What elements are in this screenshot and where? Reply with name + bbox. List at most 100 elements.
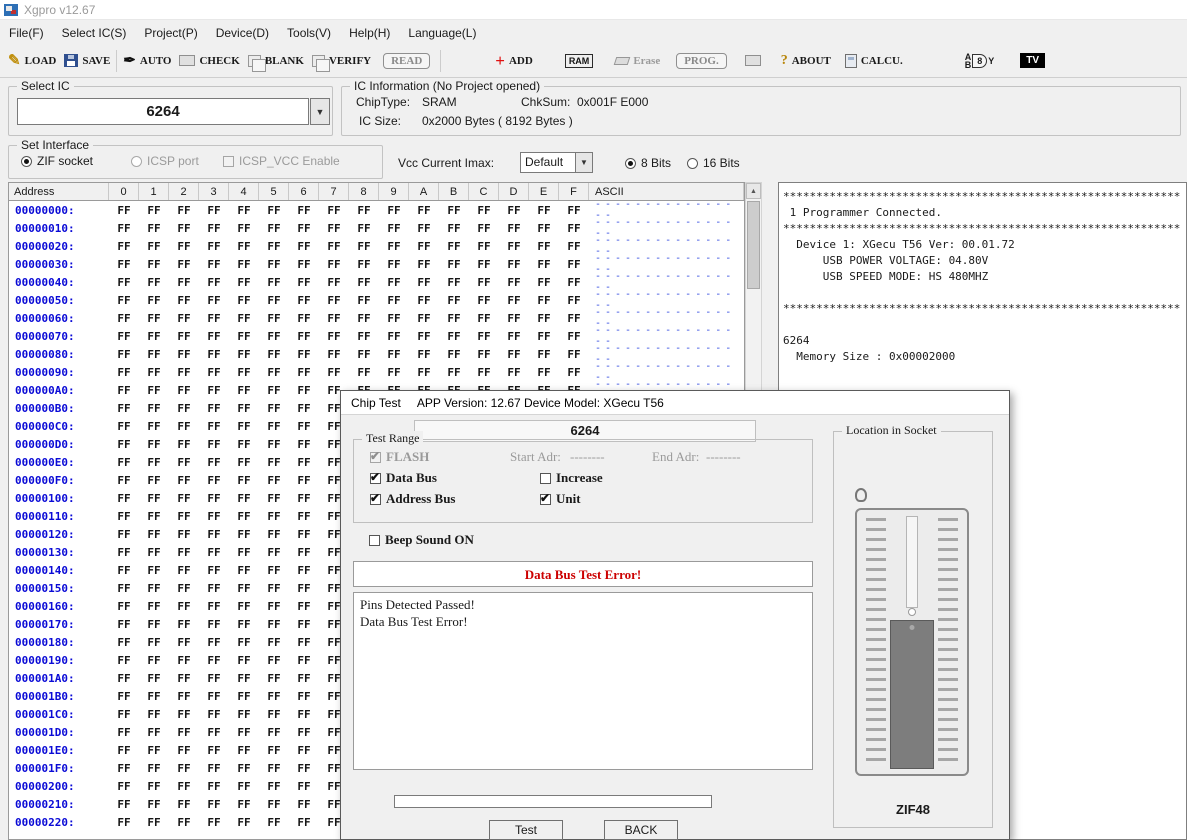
- hex-byte-cell[interactable]: FF: [139, 456, 169, 469]
- hex-byte-cell[interactable]: FF: [319, 276, 349, 289]
- blank-button[interactable]: BLANK: [248, 55, 304, 67]
- hex-byte-cell[interactable]: FF: [319, 366, 349, 379]
- hex-byte-cell[interactable]: FF: [229, 546, 259, 559]
- hex-byte-cell[interactable]: FF: [169, 456, 199, 469]
- combo-arrow-icon[interactable]: ▼: [576, 152, 593, 173]
- address-bus-checkbox[interactable]: Address Bus: [370, 491, 455, 507]
- hex-byte-cell[interactable]: FF: [289, 384, 319, 397]
- hex-byte-cell[interactable]: FF: [169, 762, 199, 775]
- about-button[interactable]: ? ABOUT: [781, 53, 831, 69]
- hex-byte-cell[interactable]: FF: [409, 312, 439, 325]
- hex-byte-cell[interactable]: FF: [169, 474, 199, 487]
- hex-byte-cell[interactable]: FF: [229, 312, 259, 325]
- hex-byte-cell[interactable]: FF: [559, 366, 589, 379]
- hex-byte-cell[interactable]: FF: [349, 348, 379, 361]
- hex-byte-cell[interactable]: FF: [139, 204, 169, 217]
- hex-byte-cell[interactable]: FF: [529, 366, 559, 379]
- hex-byte-cell[interactable]: FF: [289, 780, 319, 793]
- hex-byte-cell[interactable]: FF: [499, 294, 529, 307]
- hex-byte-cell[interactable]: FF: [229, 438, 259, 451]
- chip-test-button[interactable]: [745, 55, 761, 66]
- hex-byte-cell[interactable]: FF: [199, 204, 229, 217]
- hex-byte-cell[interactable]: FF: [199, 636, 229, 649]
- hex-byte-cell[interactable]: FF: [229, 276, 259, 289]
- hex-byte-cell[interactable]: FF: [289, 546, 319, 559]
- hex-byte-cell[interactable]: FF: [169, 780, 199, 793]
- hex-byte-cell[interactable]: FF: [109, 420, 139, 433]
- menu-select-ic[interactable]: Select IC(S): [53, 26, 136, 40]
- hex-byte-cell[interactable]: FF: [199, 582, 229, 595]
- hex-byte-cell[interactable]: FF: [259, 672, 289, 685]
- hex-byte-cell[interactable]: FF: [229, 708, 259, 721]
- hex-byte-cell[interactable]: FF: [229, 420, 259, 433]
- hex-byte-cell[interactable]: FF: [169, 618, 199, 631]
- hex-byte-cell[interactable]: FF: [109, 222, 139, 235]
- check-button[interactable]: CHECK: [179, 55, 239, 67]
- hex-byte-cell[interactable]: FF: [109, 456, 139, 469]
- hex-byte-cell[interactable]: FF: [259, 294, 289, 307]
- vcc-imax-combo[interactable]: Default ▼: [520, 152, 593, 173]
- hex-byte-cell[interactable]: FF: [199, 312, 229, 325]
- hex-byte-cell[interactable]: FF: [289, 762, 319, 775]
- hex-byte-cell[interactable]: FF: [229, 348, 259, 361]
- hex-byte-cell[interactable]: FF: [169, 564, 199, 577]
- hex-byte-cell[interactable]: FF: [199, 240, 229, 253]
- hex-byte-cell[interactable]: FF: [199, 402, 229, 415]
- hex-byte-cell[interactable]: FF: [199, 816, 229, 829]
- hex-byte-cell[interactable]: FF: [529, 240, 559, 253]
- hex-byte-cell[interactable]: FF: [109, 744, 139, 757]
- hex-byte-cell[interactable]: FF: [319, 330, 349, 343]
- hex-byte-cell[interactable]: FF: [289, 330, 319, 343]
- hex-byte-cell[interactable]: FF: [289, 654, 319, 667]
- hex-byte-cell[interactable]: FF: [259, 222, 289, 235]
- hex-byte-cell[interactable]: FF: [259, 204, 289, 217]
- hex-byte-cell[interactable]: FF: [169, 744, 199, 757]
- hex-byte-cell[interactable]: FF: [409, 366, 439, 379]
- hex-byte-cell[interactable]: FF: [259, 762, 289, 775]
- hex-byte-cell[interactable]: FF: [379, 222, 409, 235]
- hex-byte-cell[interactable]: FF: [199, 276, 229, 289]
- hex-byte-cell[interactable]: FF: [469, 330, 499, 343]
- hex-byte-cell[interactable]: FF: [139, 258, 169, 271]
- hex-byte-cell[interactable]: FF: [169, 330, 199, 343]
- hex-byte-cell[interactable]: FF: [439, 330, 469, 343]
- hex-byte-cell[interactable]: FF: [169, 438, 199, 451]
- hex-byte-cell[interactable]: FF: [499, 240, 529, 253]
- hex-byte-cell[interactable]: FF: [109, 726, 139, 739]
- increase-checkbox[interactable]: Increase: [540, 470, 603, 486]
- hex-byte-cell[interactable]: FF: [289, 420, 319, 433]
- hex-byte-cell[interactable]: FF: [199, 546, 229, 559]
- hex-byte-cell[interactable]: FF: [139, 726, 169, 739]
- menu-file[interactable]: File(F): [0, 26, 53, 40]
- hex-byte-cell[interactable]: FF: [139, 564, 169, 577]
- hex-byte-cell[interactable]: FF: [229, 222, 259, 235]
- hex-byte-cell[interactable]: FF: [379, 258, 409, 271]
- hex-byte-cell[interactable]: FF: [259, 618, 289, 631]
- hex-byte-cell[interactable]: FF: [109, 546, 139, 559]
- hex-byte-cell[interactable]: FF: [229, 474, 259, 487]
- hex-byte-cell[interactable]: FF: [139, 474, 169, 487]
- hex-byte-cell[interactable]: FF: [469, 258, 499, 271]
- hex-byte-cell[interactable]: FF: [169, 240, 199, 253]
- hex-byte-cell[interactable]: FF: [319, 222, 349, 235]
- hex-byte-cell[interactable]: FF: [259, 636, 289, 649]
- hex-byte-cell[interactable]: FF: [109, 618, 139, 631]
- hex-byte-cell[interactable]: FF: [469, 204, 499, 217]
- hex-byte-cell[interactable]: FF: [259, 276, 289, 289]
- hex-byte-cell[interactable]: FF: [439, 240, 469, 253]
- hex-byte-cell[interactable]: FF: [379, 276, 409, 289]
- scrollbar-thumb[interactable]: [747, 201, 760, 289]
- hex-byte-cell[interactable]: FF: [259, 564, 289, 577]
- tv-button[interactable]: TV: [1020, 53, 1045, 68]
- hex-byte-cell[interactable]: FF: [169, 582, 199, 595]
- hex-byte-cell[interactable]: FF: [529, 204, 559, 217]
- hex-byte-cell[interactable]: FF: [199, 762, 229, 775]
- hex-byte-cell[interactable]: FF: [559, 204, 589, 217]
- hex-byte-cell[interactable]: FF: [529, 294, 559, 307]
- beep-sound-checkbox[interactable]: Beep Sound ON: [369, 532, 474, 548]
- hex-byte-cell[interactable]: FF: [139, 438, 169, 451]
- hex-byte-cell[interactable]: FF: [109, 708, 139, 721]
- hex-byte-cell[interactable]: FF: [289, 492, 319, 505]
- selected-ic-field[interactable]: 6264: [17, 98, 309, 125]
- hex-byte-cell[interactable]: FF: [169, 420, 199, 433]
